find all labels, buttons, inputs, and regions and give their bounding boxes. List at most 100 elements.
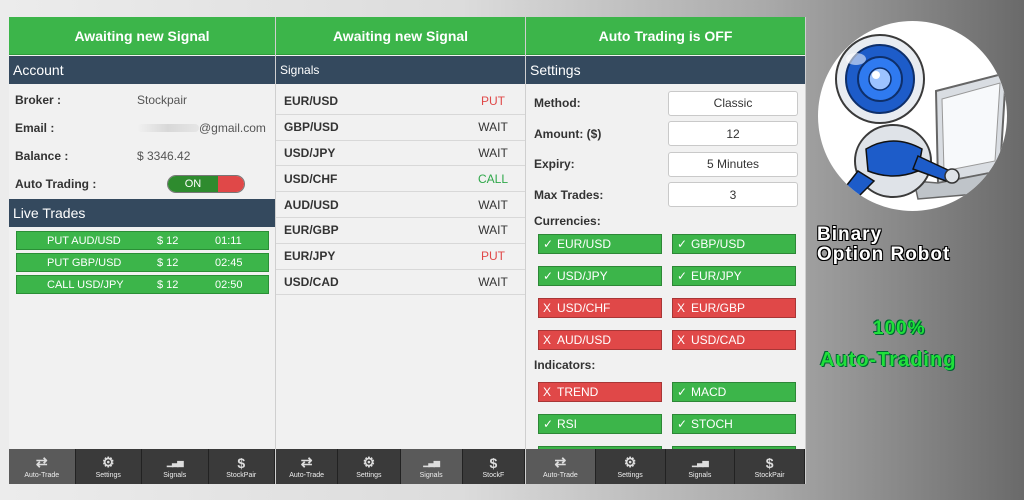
signal-pair: EUR/GBP (284, 223, 339, 238)
check-icon: ✓ (543, 269, 554, 283)
broker-label: Broker : (15, 93, 62, 107)
auto-trading-label: Auto Trading : (15, 177, 97, 191)
live-trade-row[interactable]: CALL USD/JPY $ 12 02:50 (16, 275, 269, 294)
signal-pair: GBP/USD (284, 120, 339, 135)
tab-auto-trade[interactable]: ⇄ Auto-Trade (276, 449, 339, 484)
amount-label: Amount: ($) (534, 126, 602, 141)
trade-amount: $ 12 (157, 256, 179, 269)
tab-label: Signals (688, 471, 712, 479)
cross-icon: X (677, 333, 686, 347)
chip-label: EUR/GBP (691, 301, 746, 315)
chip-label: USD/CAD (691, 333, 746, 347)
bottom-nav: ⇄ Auto-Trade ⚙ Settings ▁▃▅ Signals $ StockPair (9, 449, 275, 484)
check-icon: ✓ (677, 385, 688, 399)
tab-label: StockPair (226, 471, 257, 479)
gear-icon: ⚙ (623, 454, 637, 470)
max-trades-input[interactable]: 3 (668, 182, 798, 208)
trade-time: 01:11 (215, 234, 242, 247)
tab-signals[interactable]: ▁▃▅ Signals (666, 449, 736, 484)
signal-status: PUT (481, 94, 505, 109)
chip-label: USD/JPY (557, 269, 608, 283)
email-row: Email : @gmail.com (9, 114, 275, 142)
auto-trading-row: Auto Trading : ON (9, 170, 275, 198)
signal-status: WAIT (478, 145, 508, 160)
indicator-toggle[interactable]: ✓ MACD (672, 382, 796, 402)
check-icon: ✓ (677, 417, 688, 431)
signal-status: PUT (481, 249, 505, 264)
signal-row[interactable]: EUR/USD PUT (276, 89, 525, 115)
chip-label: MACD (691, 385, 727, 399)
cross-icon: X (677, 301, 686, 315)
toggle-off-part (218, 176, 244, 192)
tab-stockpair[interactable]: $ StockF (463, 449, 525, 484)
tab-label: StockF (482, 471, 505, 479)
dollar-icon: $ (765, 454, 774, 471)
method-label: Method: (534, 96, 581, 111)
tab-label: Settings (95, 471, 121, 479)
indicator-toggle[interactable]: ✓ RSI (538, 414, 662, 434)
tab-stockpair[interactable]: $ StockPair (735, 449, 805, 484)
expiry-select[interactable]: 5 Minutes (668, 151, 798, 177)
live-trades-list: PUT AUD/USD $ 12 01:11 PUT GBP/USD $ 12 02:45… (9, 231, 275, 294)
currency-toggle[interactable]: X USD/CAD (672, 330, 796, 350)
tab-label: Settings (617, 471, 643, 479)
signal-row[interactable]: GBP/USD WAIT (276, 115, 525, 141)
trade-amount: $ 12 (157, 278, 179, 291)
signal-row[interactable]: USD/CHF CALL (276, 166, 525, 193)
settings-header: Settings (526, 56, 805, 84)
tab-label: Settings (356, 471, 382, 479)
signal-row[interactable]: USD/CAD WAIT (276, 270, 525, 296)
brand-line-1: Binary (817, 224, 883, 245)
live-trade-row[interactable]: PUT GBP/USD $ 12 02:45 (16, 253, 269, 272)
check-icon: ✓ (543, 417, 554, 431)
currency-toggle[interactable]: X EUR/GBP (672, 298, 796, 318)
currency-toggle[interactable]: ✓ USD/JPY (538, 266, 662, 286)
amount-input[interactable]: 12 (668, 121, 798, 147)
signal-pair: EUR/USD (284, 94, 339, 109)
currency-toggle[interactable]: ✓ GBP/USD (672, 234, 796, 254)
email-label: Email : (15, 121, 55, 135)
auto-trade-icon: ⇄ (554, 454, 567, 470)
method-select[interactable]: Classic (668, 90, 798, 116)
auto-trading-toggle[interactable]: ON (167, 175, 245, 193)
signal-row[interactable]: AUD/USD WAIT (276, 192, 525, 218)
tab-settings[interactable]: ⚙ Settings (76, 449, 142, 484)
tab-label: Signals (419, 471, 443, 479)
currency-toggle[interactable]: X USD/CHF (538, 298, 662, 318)
dollar-icon: $ (237, 454, 246, 471)
signal-row[interactable]: USD/JPY WAIT (276, 141, 525, 167)
indicator-toggle[interactable]: ✓ STOCH (672, 414, 796, 434)
bar-chart-icon: ▁▃▅ (167, 458, 183, 467)
broker-row: Broker : Stockpair (9, 86, 275, 114)
tab-auto-trade[interactable]: ⇄ Auto-Trade (9, 449, 76, 484)
chip-label: RSI (557, 417, 578, 431)
chip-label: GBP/USD (691, 237, 746, 251)
balance-value: $ 3346.42 (137, 149, 191, 163)
tab-settings[interactable]: ⚙ Settings (596, 449, 666, 484)
signal-pair: USD/JPY (284, 145, 336, 160)
tab-signals[interactable]: ▁▃▅ Signals (400, 449, 463, 484)
currency-toggle[interactable]: ✓ EUR/JPY (672, 266, 796, 286)
trade-time: 02:50 (215, 278, 243, 291)
broker-value: Stockpair (137, 93, 188, 107)
trade-name: PUT AUD/USD (47, 234, 121, 247)
tab-signals[interactable]: ▁▃▅ Signals (142, 449, 209, 484)
bottom-nav: ⇄ Auto-Trade ⚙ Settings ▁▃▅ Signals $ StockPair (526, 449, 805, 484)
currency-toggle[interactable]: X AUD/USD (538, 330, 662, 350)
signal-row[interactable]: EUR/JPY PUT (276, 244, 525, 270)
gear-icon: ⚙ (101, 454, 115, 470)
currency-toggle[interactable]: ✓ EUR/USD (538, 234, 662, 254)
tab-stockpair[interactable]: $ StockPair (209, 449, 275, 484)
indicator-toggle[interactable]: X TREND (538, 382, 662, 402)
signal-row[interactable]: EUR/GBP WAIT (276, 218, 525, 244)
live-trades-header: Live Trades (9, 199, 275, 227)
chip-label: AUD/USD (557, 333, 612, 347)
signal-pair: EUR/JPY (284, 249, 336, 264)
signal-status: CALL (477, 171, 509, 186)
live-trade-row[interactable]: PUT AUD/USD $ 12 01:11 (16, 231, 269, 250)
tab-settings[interactable]: ⚙ Settings (338, 449, 401, 484)
gear-icon: ⚙ (362, 454, 376, 470)
expiry-row: Expiry: 5 Minutes (526, 149, 805, 180)
promo-percent: 100% (873, 318, 926, 339)
tab-auto-trade[interactable]: ⇄ Auto-Trade (526, 449, 596, 484)
